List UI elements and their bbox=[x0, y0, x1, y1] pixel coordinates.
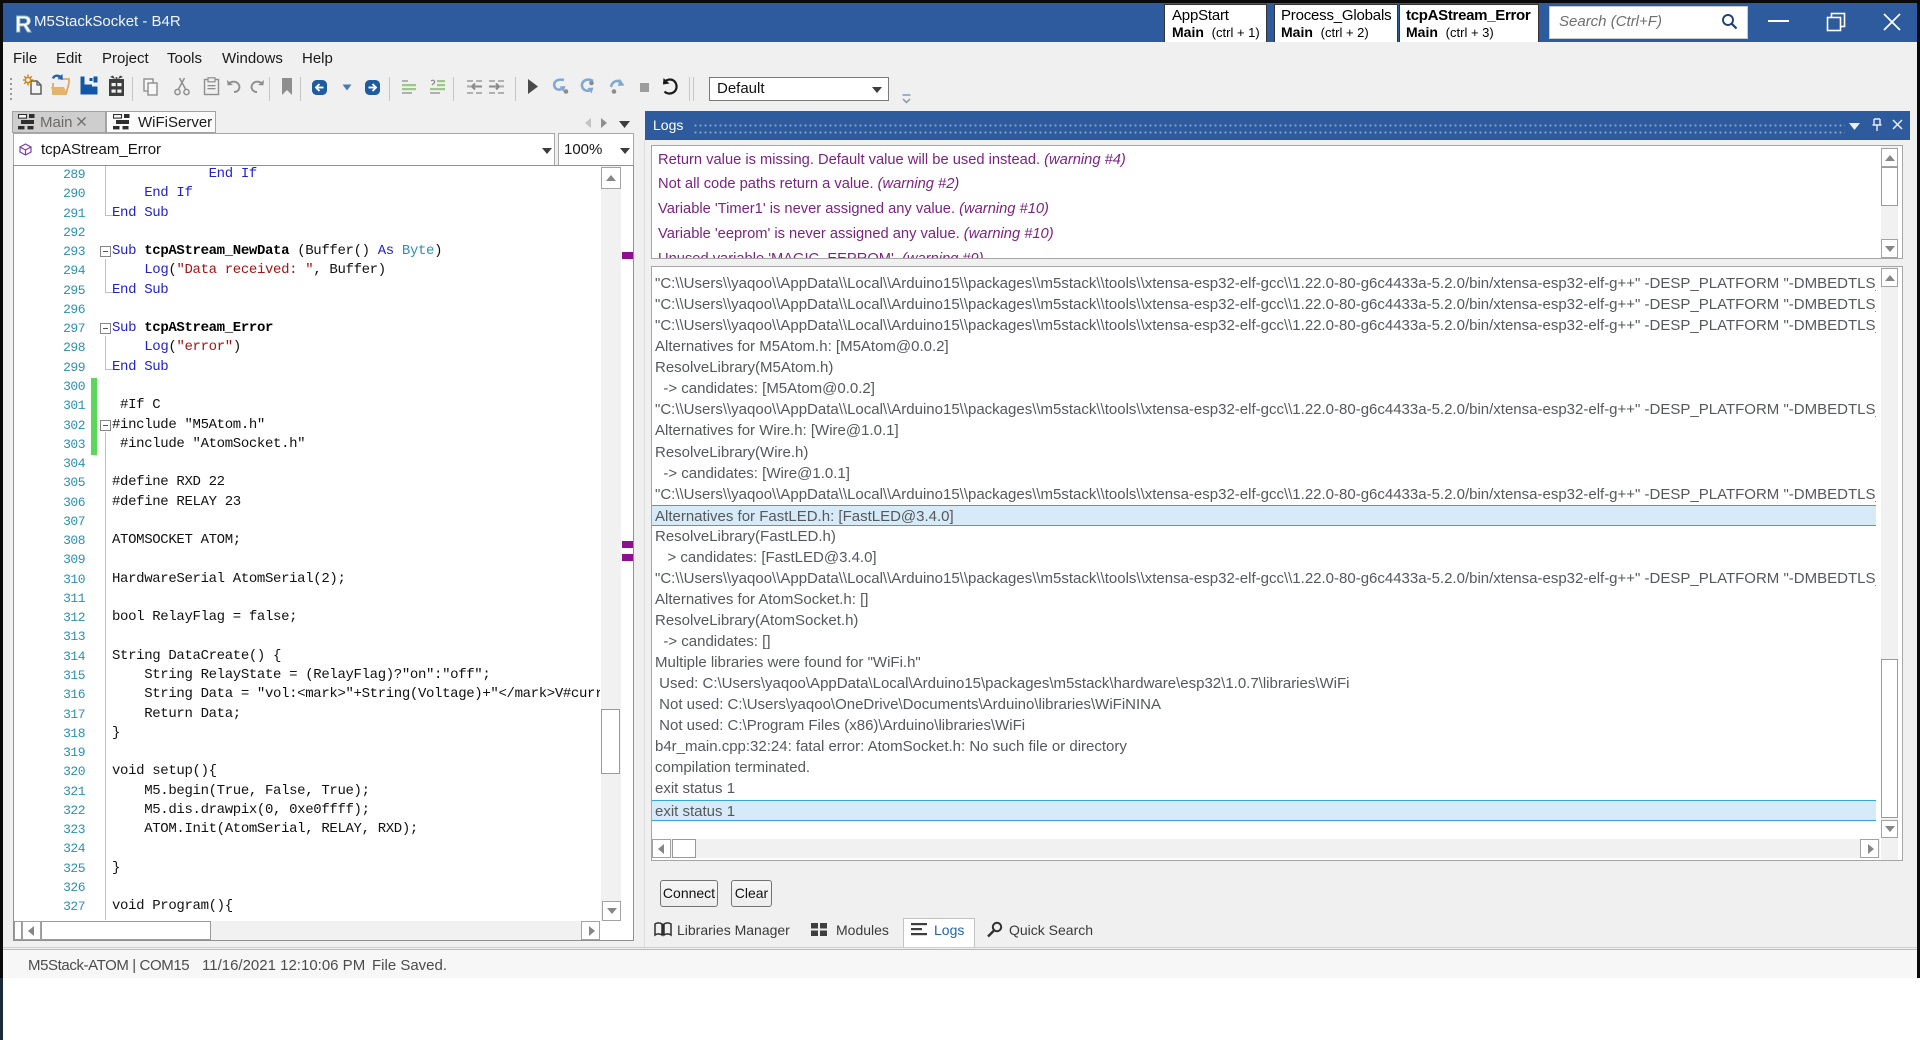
svg-text:R: R bbox=[15, 11, 32, 37]
